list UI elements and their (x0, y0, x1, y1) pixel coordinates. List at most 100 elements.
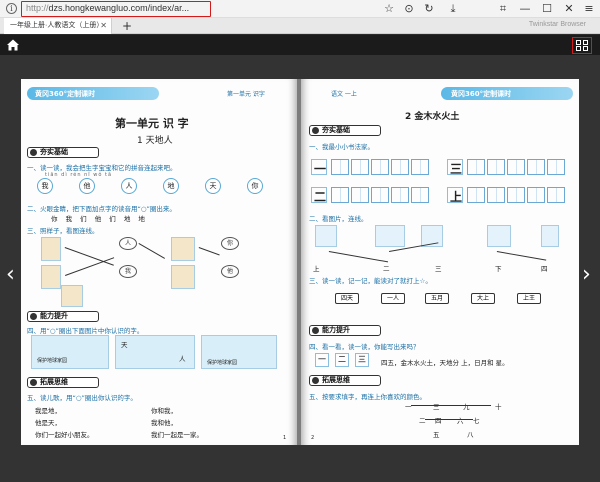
writing-cell[interactable] (527, 187, 545, 203)
match-label: 四 (541, 265, 548, 273)
answer-oval: 你 (221, 237, 239, 250)
question-1: 一、我最小小书法家。 (309, 143, 374, 151)
writing-cell[interactable] (527, 159, 545, 175)
tree-char: 十 (495, 403, 502, 411)
writing-cell[interactable] (331, 159, 349, 175)
word-tag: 大上 (471, 293, 495, 304)
poem-line: 我是地， (35, 407, 61, 415)
word-tag: 上王 (517, 293, 541, 304)
small-char-box: 一 (315, 353, 329, 367)
match-label: 三 (435, 265, 442, 273)
model-char-box: 一 (311, 159, 327, 176)
model-char: 一 (314, 162, 327, 176)
model-char: 二 (314, 190, 327, 204)
model-char-box: 三 (447, 159, 463, 176)
page-header-sub: 第一单元 识字 (227, 91, 265, 98)
model-char: 三 (450, 162, 463, 176)
writing-cell[interactable] (351, 187, 369, 203)
writing-cell[interactable] (371, 187, 389, 203)
model-char-box: 二 (311, 187, 327, 204)
writing-cell[interactable] (467, 187, 485, 203)
picture-item (375, 225, 405, 247)
lesson-title: 1 天地人 (137, 136, 173, 146)
char-circle: 我 (37, 178, 53, 194)
kids-illustration (171, 265, 195, 289)
tree-char: 九 (463, 403, 470, 411)
question-1: 一、读一读，我会把生字宝宝和它的拼音连起来吧。 (27, 164, 177, 172)
right-page: 语文 一上 黄冈360°定制课时 2 金木水火土 夯实基础 一、我最小小书法家。… (301, 79, 579, 445)
match-label: 二 (383, 265, 390, 273)
picture-item (541, 225, 559, 247)
home-icon[interactable] (6, 38, 20, 52)
writing-cell[interactable] (391, 159, 409, 175)
writing-cell[interactable] (411, 159, 429, 175)
question-3: 三、读一读，记一记，能读对了就打上☆。 (309, 277, 432, 285)
question-3: 三、照样子，看图连线。 (27, 227, 99, 235)
minimize-icon[interactable]: — (518, 2, 532, 16)
page-number: 1 (283, 435, 287, 441)
new-tab-button[interactable]: + (122, 18, 132, 34)
picture-caption: 保护地球家园 (37, 358, 68, 364)
tree-char: 四 (435, 417, 442, 425)
writing-cell[interactable] (391, 187, 409, 203)
writing-cell[interactable] (487, 159, 505, 175)
writing-cell[interactable] (467, 159, 485, 175)
writing-cell[interactable] (411, 187, 429, 203)
tree-char: 二 (419, 417, 426, 425)
question-2: 二、看图片，连线。 (309, 215, 368, 223)
address-bar: i http://dzs.hongkewangluo.com/index/ar.… (0, 0, 600, 18)
crop-icon[interactable]: ⌗ (496, 2, 510, 16)
refresh-icon[interactable]: ↻ (422, 2, 436, 16)
tree-line (425, 419, 473, 420)
menu-icon[interactable]: ≡ (582, 2, 596, 16)
poem-line: 我们一起是一家。 (151, 431, 203, 439)
writing-cell[interactable] (351, 159, 369, 175)
section-extend: 拓展思维 (27, 377, 99, 388)
tab-close-icon[interactable]: ✕ (100, 18, 107, 34)
answer-oval: 人 (119, 237, 137, 250)
unit-title: 第一单元 识 字 (115, 117, 189, 130)
writing-cell[interactable] (331, 187, 349, 203)
tab-active[interactable]: 一年级上册·人教语文（上册） ✕ (4, 18, 112, 34)
tree-char: 五 (433, 431, 440, 439)
thumbnail-grid-button[interactable] (572, 37, 592, 54)
writing-cell[interactable] (547, 187, 565, 203)
picture-item (315, 225, 337, 247)
left-page: 黄冈360°定制课时 第一单元 识字 第一单元 识 字 1 天地人 夯实基础 一… (21, 79, 297, 445)
writing-cell[interactable] (371, 159, 389, 175)
extension-icon[interactable]: ⊙ (402, 2, 416, 16)
char-circle: 他 (79, 178, 95, 194)
url-field[interactable]: http://dzs.hongkewangluo.com/index/ar... (21, 1, 211, 17)
close-window-icon[interactable]: ✕ (562, 2, 576, 16)
writing-cell[interactable] (507, 187, 525, 203)
question-2: 二、火眼金睛，把下面加点字的读音用“○”圈出来。 (27, 205, 176, 213)
section-improve: 能力提升 (309, 325, 381, 336)
page-number: 2 (311, 435, 315, 441)
person-illustration (41, 237, 61, 261)
grid-cell-icon (583, 46, 588, 51)
poem-line: 你们一起好小朋友。 (35, 431, 94, 439)
picture-caption: 保护地球家园 (207, 360, 238, 366)
model-char-box: 上 (447, 187, 463, 204)
question-5: 五、按要求填字，再连上你喜欢的颜色。 (309, 393, 426, 401)
writing-cell[interactable] (507, 159, 525, 175)
prev-page-arrow-icon[interactable]: ‹ (6, 262, 15, 287)
writing-cell[interactable] (547, 159, 565, 175)
star-icon[interactable]: ☆ (382, 2, 396, 16)
next-page-arrow-icon[interactable]: › (582, 262, 591, 287)
maximize-icon[interactable]: ☐ (540, 2, 554, 16)
lesson-title: 2 金木水火土 (405, 112, 460, 122)
site-info-icon[interactable]: i (6, 3, 17, 14)
download-icon[interactable]: ⤓ (446, 2, 460, 16)
section-improve: 能力提升 (27, 311, 99, 322)
char-circle: 你 (247, 178, 263, 194)
url-protocol: http:// (26, 3, 49, 13)
kids-illustration (171, 237, 195, 261)
match-label: 下 (495, 265, 502, 273)
tab-title: 一年级上册·人教语文（上册） (10, 22, 104, 29)
tree-line (411, 405, 491, 406)
writing-cell[interactable] (487, 187, 505, 203)
char-circle: 地 (163, 178, 179, 194)
q2-words: 你 我 们 他 们 地 地 (51, 215, 148, 223)
tree-char: 一 (405, 403, 412, 411)
